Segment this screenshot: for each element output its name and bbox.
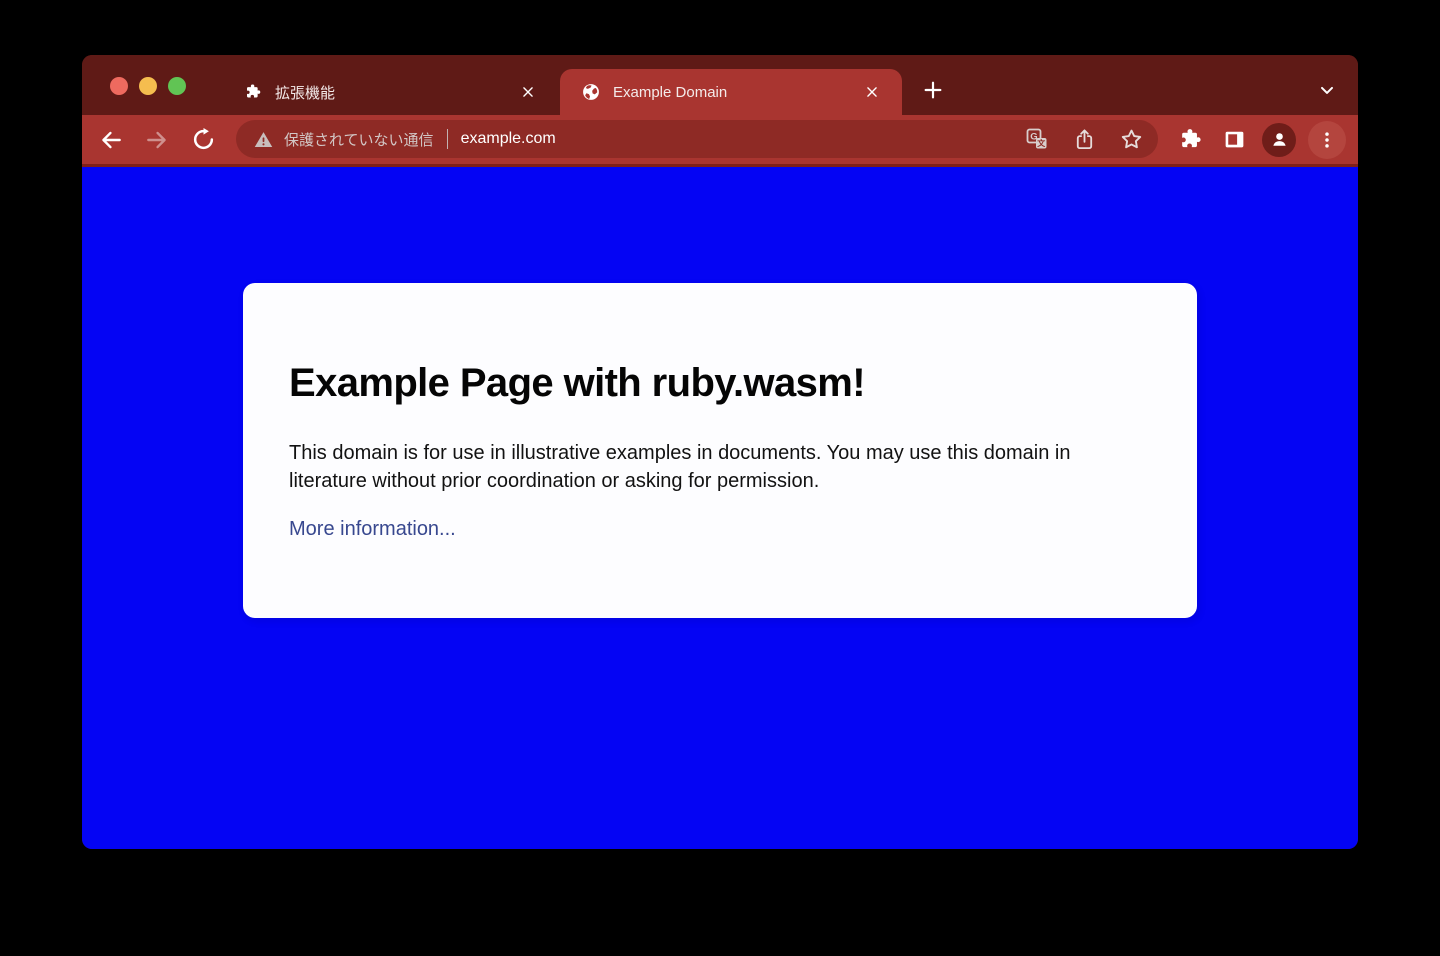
window-controls <box>110 77 186 95</box>
toolbar: 保護されていない通信 example.com G 文 <box>82 115 1358 167</box>
puzzle-icon <box>243 82 263 102</box>
reload-button[interactable] <box>186 123 220 157</box>
warning-triangle-icon[interactable] <box>253 129 274 150</box>
side-panel-button[interactable] <box>1218 124 1250 156</box>
forward-button[interactable] <box>140 123 174 157</box>
translate-button[interactable]: G 文 <box>1024 126 1050 152</box>
translate-icon: G 文 <box>1026 128 1047 149</box>
svg-text:文: 文 <box>1037 138 1046 148</box>
arrow-right-icon <box>147 131 166 148</box>
page-heading: Example Page with ruby.wasm! <box>289 361 866 405</box>
tab-close-icon[interactable] <box>516 80 540 104</box>
tab-close-icon[interactable] <box>860 80 884 104</box>
extensions-button[interactable] <box>1174 124 1206 156</box>
window-close-button[interactable] <box>110 77 128 95</box>
url-text[interactable]: example.com <box>461 130 1024 148</box>
tab-label: Example Domain <box>613 83 728 101</box>
divider <box>446 129 448 149</box>
address-bar[interactable]: 保護されていない通信 example.com G 文 <box>236 120 1158 158</box>
security-status-text: 保護されていない通信 <box>284 131 434 149</box>
side-panel-icon <box>1225 131 1243 148</box>
browser-window: 拡張機能 Example Domain 保護されていない通信 example.c… <box>82 55 1358 849</box>
browser-menu-button[interactable] <box>1308 120 1346 159</box>
tab-extensions[interactable]: 拡張機能 <box>222 69 558 115</box>
arrow-left-icon <box>102 131 121 148</box>
page-paragraph: This domain is for use in illustrative e… <box>289 442 1071 492</box>
window-minimize-button[interactable] <box>139 77 157 95</box>
window-maximize-button[interactable] <box>168 77 186 95</box>
puzzle-icon <box>1181 129 1201 148</box>
bookmark-star-button[interactable] <box>1118 126 1144 152</box>
star-icon <box>1121 129 1141 148</box>
person-icon <box>1272 133 1286 146</box>
tab-example-domain[interactable]: Example Domain <box>560 69 902 115</box>
page-viewport: Example Page with ruby.wasm! This domain… <box>82 167 1358 849</box>
plus-icon <box>924 81 942 99</box>
tab-label: 拡張機能 <box>275 84 336 102</box>
new-tab-button[interactable] <box>915 72 951 108</box>
profile-avatar[interactable] <box>1262 122 1296 157</box>
tab-search-button[interactable] <box>1309 72 1345 108</box>
share-icon <box>1076 128 1092 149</box>
more-information-link[interactable]: More information... <box>289 518 456 541</box>
reload-icon <box>193 127 213 150</box>
tab-strip: 拡張機能 Example Domain <box>82 55 1358 115</box>
back-button[interactable] <box>94 123 128 157</box>
share-button[interactable] <box>1071 126 1097 152</box>
content-card: Example Page with ruby.wasm! This domain… <box>243 283 1197 618</box>
globe-icon <box>581 82 601 102</box>
chevron-down-icon <box>1321 86 1333 94</box>
three-dot-menu-icon <box>1325 131 1329 148</box>
